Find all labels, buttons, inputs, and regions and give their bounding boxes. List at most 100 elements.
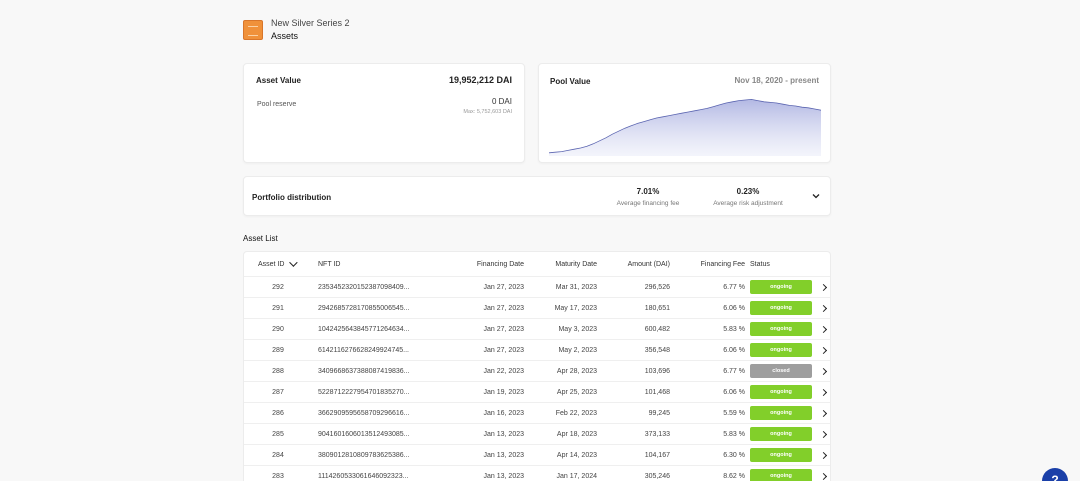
table-row[interactable]: 283 1114260533061646092323... Jan 13, 2023… <box>244 466 830 481</box>
financing-fee-cell: 5.83 % <box>723 325 745 333</box>
row-chevron-cell[interactable] <box>818 361 828 381</box>
status-badge: ongoing <box>750 322 812 336</box>
financing-date-cell: Jan 22, 2023 <box>483 367 524 375</box>
sort-chevron-icon[interactable] <box>289 258 299 267</box>
table-row[interactable]: 284 3809012810809783625386... Jan 13, 2023… <box>244 445 830 466</box>
table-row[interactable]: 291 2942685728170855006545... Jan 27, 2023… <box>244 298 830 319</box>
row-chevron-cell[interactable] <box>818 403 828 423</box>
page-title: Assets <box>271 31 299 41</box>
table-row[interactable]: 288 3409668637388087419836... Jan 22, 2023… <box>244 361 830 382</box>
row-chevron-cell[interactable] <box>818 466 828 481</box>
row-chevron-cell[interactable] <box>818 319 828 339</box>
amount-cell: 101,468 <box>644 388 670 396</box>
column-asset-id[interactable]: Asset ID <box>258 252 299 276</box>
status-badge: ongoing <box>750 280 812 294</box>
financing-date-cell: Jan 13, 2023 <box>483 472 524 480</box>
maturity-date-cell: Mar 31, 2023 <box>555 283 597 291</box>
amount-cell: 104,167 <box>644 451 670 459</box>
row-chevron-cell[interactable] <box>818 298 828 318</box>
asset-table: Asset ID NFT ID Financing Date Maturity … <box>243 251 831 481</box>
status-badge: ongoing <box>750 301 812 315</box>
table-row[interactable]: 289 6142116276628249924745... Jan 27, 2023… <box>244 340 830 361</box>
table-row[interactable]: 290 1042425643845771264634... Jan 27, 2023… <box>244 319 830 340</box>
table-row[interactable]: 292 2353452320152387098409... Jan 27, 2023… <box>244 277 830 298</box>
pool-reserve-value: 0 DAI <box>491 97 512 106</box>
financing-fee-cell: 6.30 % <box>723 451 745 459</box>
status-badge: ongoing <box>750 427 812 441</box>
financing-date-cell: Jan 19, 2023 <box>483 388 524 396</box>
chevron-right-icon[interactable] <box>819 304 827 312</box>
row-chevron-cell[interactable] <box>818 445 828 465</box>
table-row[interactable]: 287 5228712227954701835270... Jan 19, 2023… <box>244 382 830 403</box>
chevron-right-icon[interactable] <box>819 409 827 417</box>
pool-value-title: Pool Value <box>550 77 591 86</box>
table-row[interactable]: 285 9041601606013512493085... Jan 13, 2023… <box>244 424 830 445</box>
row-chevron-cell[interactable] <box>818 424 828 444</box>
status-badge: closed <box>750 364 812 378</box>
chevron-right-icon[interactable] <box>819 325 827 333</box>
financing-fee-cell: 6.06 % <box>723 388 745 396</box>
maturity-date-cell: Jan 17, 2024 <box>556 472 597 480</box>
help-button[interactable]: ? <box>1042 468 1068 481</box>
pool-logo-icon <box>243 19 263 40</box>
chevron-right-icon[interactable] <box>819 430 827 438</box>
status-badge: ongoing <box>750 343 812 357</box>
chevron-right-icon[interactable] <box>819 367 827 375</box>
status-cell: ongoing <box>750 340 814 360</box>
column-nft-id: NFT ID <box>318 260 341 268</box>
financing-date-cell: Jan 27, 2023 <box>483 346 524 354</box>
column-financing-fee: Financing Fee <box>700 260 745 268</box>
financing-fee-cell: 5.59 % <box>723 409 745 417</box>
maturity-date-cell: Apr 25, 2023 <box>556 388 597 396</box>
chevron-right-icon[interactable] <box>819 346 827 354</box>
status-cell: ongoing <box>750 277 814 297</box>
asset-id-cell: 290 <box>272 325 284 333</box>
nft-id-cell: 5228712227954701835270... <box>318 388 410 396</box>
average-risk-adjustment-label: Average risk adjustment <box>713 200 783 207</box>
maturity-date-cell: May 17, 2023 <box>554 304 597 312</box>
amount-cell: 600,482 <box>644 325 670 333</box>
chevron-right-icon[interactable] <box>819 451 827 459</box>
status-cell: ongoing <box>750 466 814 481</box>
amount-cell: 99,245 <box>648 409 670 417</box>
chevron-right-icon[interactable] <box>819 472 827 480</box>
amount-cell: 305,246 <box>644 472 670 480</box>
asset-value-card: Asset Value 19,952,212 DAI Pool reserve … <box>243 63 525 163</box>
average-financing-fee-value: 7.01% <box>636 187 660 196</box>
average-financing-fee: 7.01% Average financing fee <box>612 187 684 207</box>
amount-cell: 180,651 <box>644 304 670 312</box>
asset-list-title: Asset List <box>243 234 278 243</box>
row-chevron-cell[interactable] <box>818 277 828 297</box>
pool-name[interactable]: New Silver Series 2 <box>271 17 350 29</box>
column-financing-date: Financing Date <box>476 260 524 268</box>
financing-date-cell: Jan 13, 2023 <box>483 430 524 438</box>
status-cell: ongoing <box>750 319 814 339</box>
nft-id-cell: 2353452320152387098409... <box>318 283 410 291</box>
status-badge: ongoing <box>750 406 812 420</box>
maturity-date-cell: Feb 22, 2023 <box>555 409 597 417</box>
amount-cell: 373,133 <box>644 430 670 438</box>
financing-fee-cell: 5.83 % <box>723 430 745 438</box>
financing-fee-cell: 6.06 % <box>723 304 745 312</box>
chevron-right-icon[interactable] <box>819 283 827 291</box>
asset-value-total: 19,952,212 DAI <box>448 75 512 85</box>
asset-id-cell: 287 <box>272 388 284 396</box>
amount-cell: 296,526 <box>644 283 670 291</box>
column-amount: Amount (DAI) <box>627 260 670 268</box>
chevron-down-icon[interactable] <box>812 192 820 200</box>
portfolio-distribution-card[interactable]: Portfolio distribution 7.01% Average fin… <box>243 176 831 216</box>
chevron-right-icon[interactable] <box>819 388 827 396</box>
maturity-date-cell: Apr 18, 2023 <box>556 430 597 438</box>
nft-id-cell: 3809012810809783625386... <box>318 451 410 459</box>
asset-id-cell: 285 <box>272 430 284 438</box>
row-chevron-cell[interactable] <box>818 340 828 360</box>
column-status: Status <box>750 260 770 268</box>
financing-fee-cell: 6.06 % <box>723 346 745 354</box>
table-row[interactable]: 286 3662909595658709296616... Jan 16, 2023… <box>244 403 830 424</box>
status-badge: ongoing <box>750 469 812 481</box>
row-chevron-cell[interactable] <box>818 382 828 402</box>
nft-id-cell: 6142116276628249924745... <box>318 346 409 354</box>
average-risk-adjustment: 0.23% Average risk adjustment <box>706 187 790 207</box>
status-cell: ongoing <box>750 298 814 318</box>
average-financing-fee-label: Average financing fee <box>616 200 680 207</box>
